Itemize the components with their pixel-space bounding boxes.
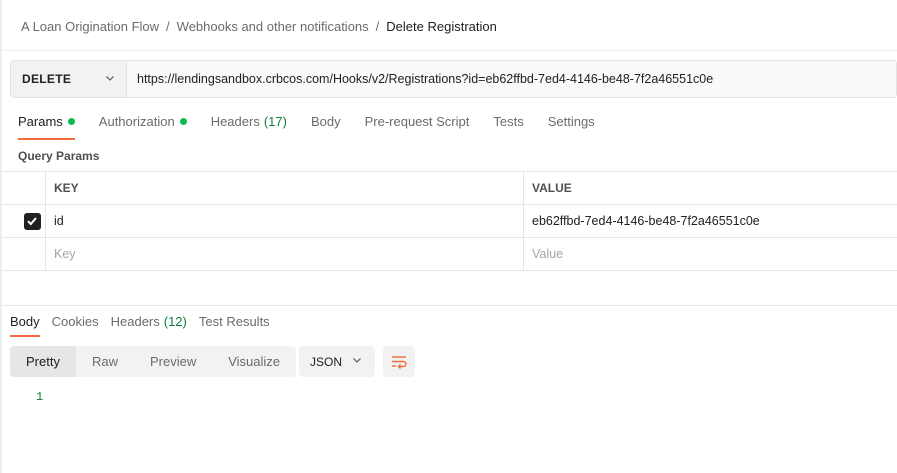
check-icon (27, 217, 37, 226)
tab-label: Body (310, 114, 341, 129)
breadcrumb: A Loan Origination Flow / Webhooks and o… (21, 18, 497, 34)
active-indicator-dot (67, 118, 75, 125)
response-view-switcher: Pretty Raw Preview Visualize (10, 346, 297, 377)
column-header-value: VALUE (532, 181, 572, 195)
tab-label: Headers (210, 114, 260, 129)
tab-label: Settings (547, 114, 595, 129)
tab-test-results[interactable]: Test Results (199, 314, 270, 337)
wrap-lines-button[interactable] (383, 346, 415, 377)
tab-params[interactable]: Params (18, 114, 75, 140)
breadcrumb-separator: / (375, 18, 380, 34)
tab-headers[interactable]: Headers (17) (211, 114, 287, 140)
tab-pre-request-script[interactable]: Pre-request Script (365, 114, 470, 140)
tab-label: Headers (110, 314, 160, 329)
format-label: JSON (310, 354, 343, 369)
wrap-lines-icon (392, 355, 407, 369)
tab-label: Params (18, 114, 63, 129)
header-divider (2, 50, 897, 51)
row-check-cell (2, 238, 46, 270)
breadcrumb-folder[interactable]: Webhooks and other notifications (177, 19, 369, 34)
table-header-row: KEY VALUE (2, 172, 897, 205)
view-raw-button[interactable]: Raw (76, 346, 134, 377)
format-select[interactable]: JSON (299, 346, 375, 377)
response-line-number: 1 (36, 390, 44, 404)
method-select[interactable]: DELETE (11, 61, 127, 97)
breadcrumb-separator: / (166, 18, 170, 34)
active-indicator-dot (179, 118, 187, 125)
table-row: id eb62ffbd-7ed4-4146-be48-7f2a46551c0e (2, 205, 897, 238)
query-params-table: KEY VALUE id eb62ffbd-7ed4-4146-be48-7f2… (2, 171, 897, 271)
view-preview-button[interactable]: Preview (134, 346, 212, 377)
param-enabled-checkbox[interactable] (23, 212, 41, 230)
response-tabs: Body Cookies Headers (12) Test Results (10, 314, 282, 337)
column-header-key: KEY (46, 172, 524, 204)
tab-response-body[interactable]: Body (10, 314, 40, 337)
method-label: DELETE (22, 72, 72, 86)
tab-label: Body (10, 314, 40, 329)
param-value-cell[interactable]: eb62ffbd-7ed4-4146-be48-7f2a46551c0e (524, 205, 897, 237)
table-row-empty: Key Value (2, 238, 897, 271)
param-key-cell[interactable]: id (46, 205, 524, 237)
chevron-down-icon (351, 354, 363, 369)
tab-label: Tests (493, 114, 524, 129)
tab-body[interactable]: Body (311, 114, 341, 140)
headers-count: (17) (263, 114, 287, 129)
response-headers-count: (12) (163, 314, 187, 329)
query-params-title: Query Params (18, 149, 100, 163)
tab-response-headers[interactable]: Headers (12) (111, 314, 187, 337)
tab-settings[interactable]: Settings (548, 114, 595, 140)
chevron-down-icon (104, 72, 116, 87)
new-param-key-input[interactable]: Key (46, 238, 524, 270)
breadcrumb-collection[interactable]: A Loan Origination Flow (21, 19, 159, 34)
response-divider[interactable] (2, 305, 897, 306)
request-tabs: Params Authorization Headers (17) Body P… (18, 114, 619, 140)
tab-authorization[interactable]: Authorization (99, 114, 187, 140)
tab-label: Cookies (51, 314, 99, 329)
tab-label: Authorization (98, 114, 175, 129)
header-check-cell (2, 172, 46, 204)
new-param-value-input[interactable]: Value (524, 238, 897, 270)
tab-label: Pre-request Script (364, 114, 470, 129)
tab-tests[interactable]: Tests (493, 114, 523, 140)
row-check-cell (2, 205, 46, 237)
view-pretty-button[interactable]: Pretty (10, 346, 76, 377)
tab-response-cookies[interactable]: Cookies (52, 314, 99, 337)
url-input[interactable] (127, 61, 896, 97)
tab-label: Test Results (198, 314, 270, 329)
view-visualize-button[interactable]: Visualize (212, 346, 296, 377)
breadcrumb-request-name[interactable]: Delete Registration (386, 19, 497, 34)
request-url-bar: DELETE (10, 60, 897, 98)
